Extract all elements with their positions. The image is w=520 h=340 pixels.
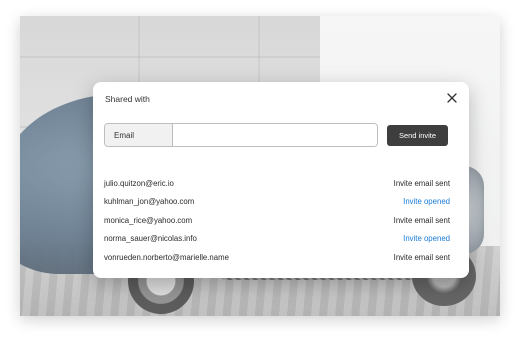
email-label: Email bbox=[105, 124, 173, 146]
shared-user-email: monica_rice@yahoo.com bbox=[104, 215, 193, 225]
shared-user-row: vonrueden.norberto@marielle.name Invite e… bbox=[104, 248, 450, 267]
invite-status: Invite opened bbox=[403, 234, 450, 244]
share-modal: Shared with Email Send invite julio.quit… bbox=[93, 82, 469, 278]
shared-user-email: julio.quitzon@eric.io bbox=[104, 178, 174, 188]
send-invite-button[interactable]: Send invite bbox=[387, 125, 448, 146]
screenshot-frame: Shared with Email Send invite julio.quit… bbox=[20, 16, 500, 316]
email-input[interactable] bbox=[173, 124, 377, 146]
shared-user-email: kuhlman_jon@yahoo.com bbox=[104, 197, 195, 207]
email-field-group: Email bbox=[104, 123, 378, 147]
shared-user-row: norma_sauer@nicolas.info Invite opened bbox=[104, 230, 450, 249]
shared-user-email: vonrueden.norberto@marielle.name bbox=[104, 252, 229, 262]
invite-status: Invite opened bbox=[403, 197, 450, 207]
shared-users-list: julio.quitzon@eric.io Invite email sent ku… bbox=[104, 174, 450, 267]
invite-status: Invite email sent bbox=[393, 178, 450, 188]
close-icon bbox=[447, 93, 457, 103]
shared-user-row: julio.quitzon@eric.io Invite email sent bbox=[104, 174, 450, 193]
invite-status: Invite email sent bbox=[393, 252, 450, 262]
shared-user-row: kuhlman_jon@yahoo.com Invite opened bbox=[104, 193, 450, 212]
shared-user-row: monica_rice@yahoo.com Invite email sent bbox=[104, 211, 450, 230]
shared-user-email: norma_sauer@nicolas.info bbox=[104, 234, 197, 244]
invite-status: Invite email sent bbox=[393, 215, 450, 225]
modal-title: Shared with bbox=[105, 94, 150, 104]
close-button[interactable] bbox=[445, 91, 459, 105]
